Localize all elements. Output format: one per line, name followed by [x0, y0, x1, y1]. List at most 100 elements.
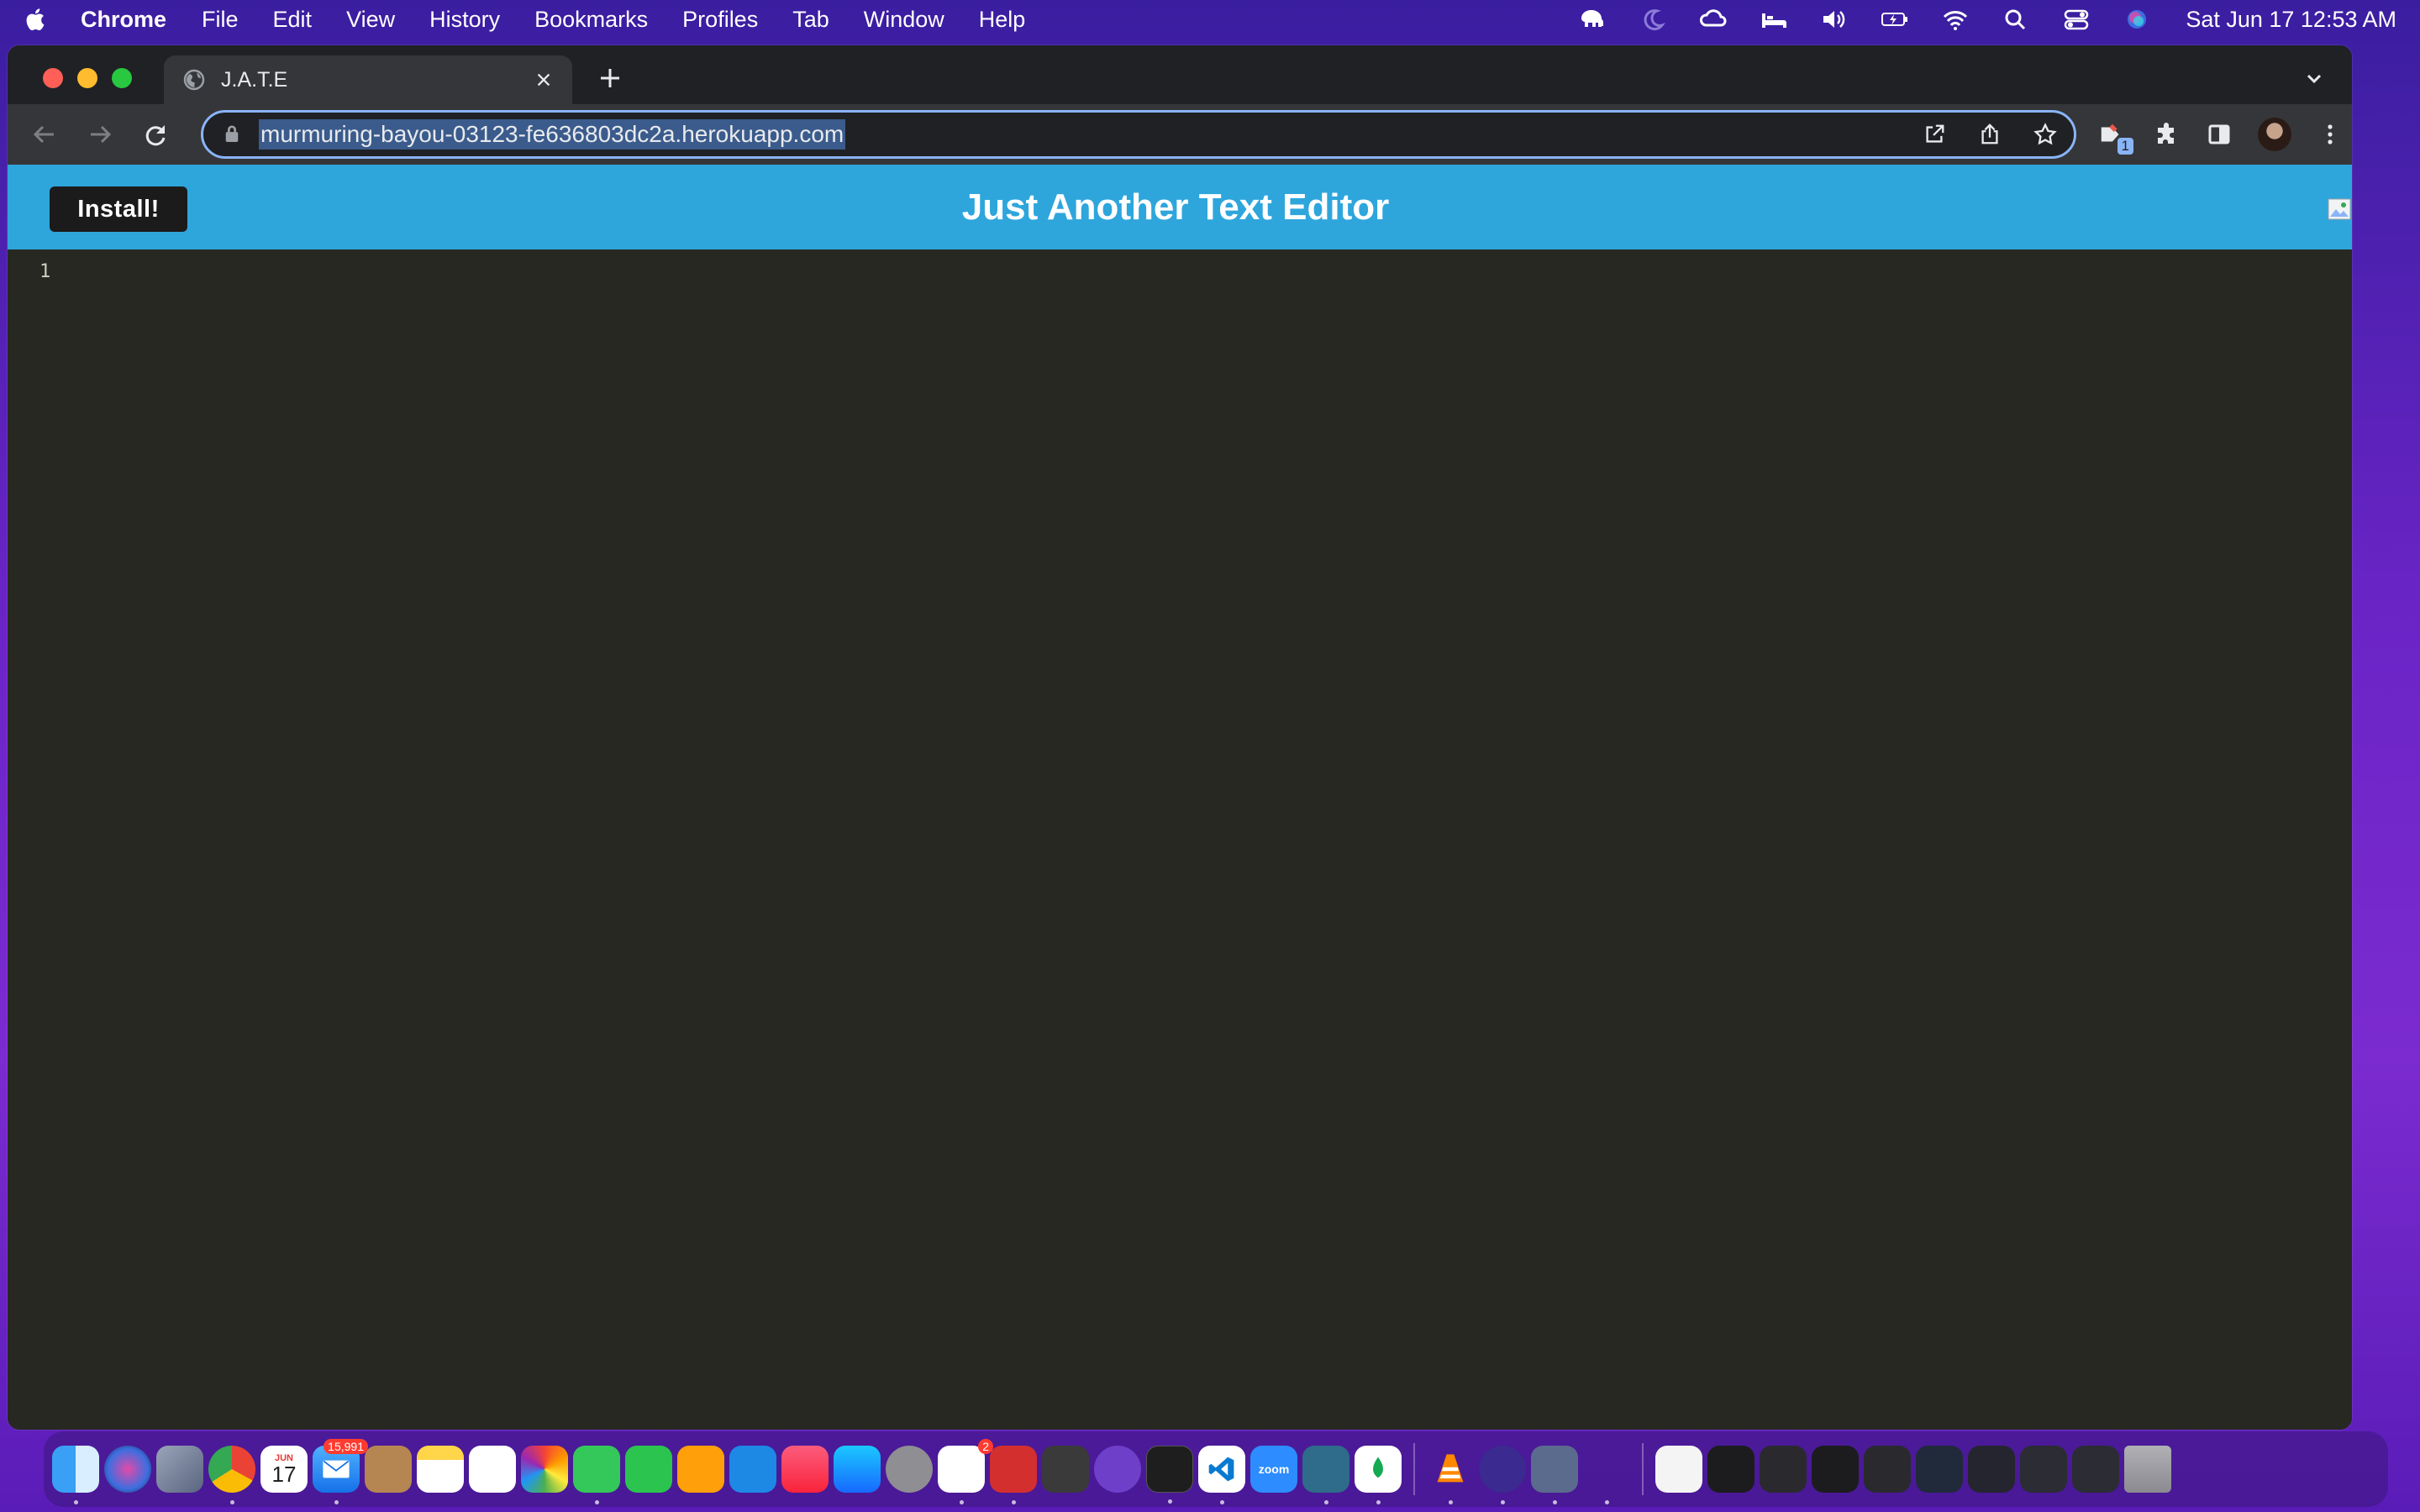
- volume-icon[interactable]: [1819, 7, 1849, 32]
- menu-bookmarks[interactable]: Bookmarks: [534, 7, 648, 33]
- reminders-icon[interactable]: [469, 1446, 516, 1493]
- siri-dock-icon[interactable]: [104, 1446, 151, 1493]
- minimized-window-5[interactable]: [1916, 1446, 1963, 1493]
- acrobat-icon[interactable]: [990, 1446, 1037, 1504]
- notes-icon[interactable]: [417, 1446, 464, 1493]
- music-icon[interactable]: [781, 1446, 829, 1493]
- terminal-icon[interactable]: [1146, 1446, 1193, 1504]
- mail-icon[interactable]: 15,991: [313, 1439, 368, 1504]
- cube-icon[interactable]: [1583, 1446, 1630, 1504]
- creative-cloud-icon[interactable]: [1698, 7, 1728, 32]
- code-editor[interactable]: 1: [8, 249, 2352, 1430]
- elephant-icon[interactable]: [1577, 7, 1607, 32]
- page-title: Just Another Text Editor: [961, 186, 1390, 228]
- open-in-app-icon[interactable]: [1921, 121, 1948, 148]
- spotlight-search-icon[interactable]: [2001, 7, 2031, 32]
- crescent-icon[interactable]: [1638, 7, 1668, 32]
- vscode-icon[interactable]: [1198, 1446, 1245, 1504]
- menu-view[interactable]: View: [346, 7, 395, 33]
- web-page: Install! Just Another Text Editor 1: [8, 165, 2352, 1430]
- siri-icon[interactable]: [2122, 7, 2152, 32]
- launchpad-icon[interactable]: [156, 1446, 203, 1493]
- menu-file[interactable]: File: [202, 7, 239, 33]
- facetime-icon[interactable]: [625, 1446, 672, 1493]
- minimized-window-2[interactable]: [1760, 1446, 1807, 1493]
- globe-icon: [182, 68, 206, 92]
- chrome-window: J.A.T.E murmuring-bayou-03123-fe636803dc…: [8, 45, 2352, 1430]
- minimized-window-4[interactable]: [1864, 1446, 1911, 1493]
- profile-avatar[interactable]: [2258, 118, 2291, 151]
- menu-bar-clock[interactable]: Sat Jun 17 12:53 AM: [2186, 7, 2396, 33]
- browser-tab-active[interactable]: J.A.T.E: [164, 55, 572, 104]
- menu-tab[interactable]: Tab: [792, 7, 829, 33]
- window-maximize-button[interactable]: [112, 68, 132, 88]
- menu-edit[interactable]: Edit: [273, 7, 313, 33]
- lock-icon[interactable]: [224, 123, 242, 145]
- chrome-dock-icon[interactable]: [208, 1446, 255, 1504]
- side-panel-icon[interactable]: [2206, 121, 2233, 148]
- editor-text-area[interactable]: [75, 249, 2352, 1430]
- minimized-window-6[interactable]: [1968, 1446, 2015, 1493]
- app-header: Install! Just Another Text Editor: [8, 165, 2352, 249]
- menu-app-name[interactable]: Chrome: [81, 7, 166, 33]
- battery-icon[interactable]: [1880, 7, 1910, 32]
- contacts-icon[interactable]: [365, 1446, 412, 1493]
- messages-icon[interactable]: [573, 1446, 620, 1504]
- minimized-window-1[interactable]: [1707, 1446, 1754, 1493]
- reload-icon[interactable]: [139, 118, 172, 151]
- minimized-window-3[interactable]: [1812, 1446, 1859, 1493]
- app-store-icon[interactable]: [834, 1446, 881, 1493]
- bed-icon[interactable]: [1759, 7, 1789, 32]
- calendar-day: 17: [271, 1461, 297, 1487]
- install-button[interactable]: Install!: [50, 186, 187, 232]
- preview-icon[interactable]: [1531, 1446, 1578, 1504]
- menu-profiles[interactable]: Profiles: [682, 7, 758, 33]
- keynote-icon[interactable]: [729, 1446, 776, 1493]
- dock-separator: [1413, 1443, 1415, 1495]
- pages-icon[interactable]: [677, 1446, 724, 1493]
- sublime-text-icon[interactable]: [1042, 1446, 1089, 1493]
- wifi-icon[interactable]: [1940, 7, 1970, 32]
- bookmark-star-icon[interactable]: [2032, 121, 2059, 148]
- minimized-window-8[interactable]: [2072, 1446, 2119, 1493]
- pomodoro-icon[interactable]: [1479, 1446, 1526, 1504]
- window-minimize-button[interactable]: [77, 68, 97, 88]
- share-icon[interactable]: [1976, 121, 2003, 148]
- tab-close-icon[interactable]: [534, 70, 554, 90]
- back-arrow-icon[interactable]: [28, 118, 61, 151]
- downloads-folder-icon[interactable]: [1655, 1446, 1702, 1493]
- zoom-icon[interactable]: zoom: [1250, 1446, 1297, 1493]
- photos-icon[interactable]: [521, 1446, 568, 1493]
- tab-title: J.A.T.E: [221, 67, 288, 92]
- forward-arrow-icon[interactable]: [83, 118, 117, 151]
- kebab-menu-icon[interactable]: [2317, 121, 2344, 148]
- menu-bar-status-area: Sat Jun 17 12:53 AM: [1577, 7, 2396, 33]
- control-center-icon[interactable]: [2061, 7, 2091, 32]
- zoom-label: zoom: [1258, 1462, 1290, 1476]
- url-text[interactable]: murmuring-bayou-03123-fe636803dc2a.herok…: [259, 119, 846, 150]
- trash-icon[interactable]: [2124, 1446, 2171, 1493]
- mysql-workbench-icon[interactable]: [1302, 1446, 1349, 1504]
- slack-icon[interactable]: 2: [938, 1439, 993, 1504]
- menu-window[interactable]: Window: [864, 7, 944, 33]
- puzzle-extensions-icon[interactable]: [2154, 121, 2181, 148]
- tab-search-chevron-icon[interactable]: [2302, 66, 2327, 91]
- calendar-icon[interactable]: JUN 17: [260, 1446, 308, 1493]
- mongodb-compass-icon[interactable]: [1355, 1446, 1402, 1504]
- minimized-window-7[interactable]: [2020, 1446, 2067, 1493]
- address-bar-actions: [1921, 121, 2059, 148]
- apple-menu-icon[interactable]: [24, 6, 47, 33]
- github-desktop-icon[interactable]: [1094, 1446, 1141, 1493]
- menu-help[interactable]: Help: [979, 7, 1026, 33]
- line-number: 1: [39, 261, 51, 282]
- new-tab-button[interactable]: [592, 60, 628, 96]
- window-close-button[interactable]: [43, 68, 63, 88]
- address-bar[interactable]: murmuring-bayou-03123-fe636803dc2a.herok…: [201, 110, 2076, 159]
- extension-icon[interactable]: 1: [2095, 118, 2133, 155]
- macos-menu-bar: Chrome File Edit View History Bookmarks …: [0, 0, 2420, 39]
- vlc-icon[interactable]: [1427, 1446, 1474, 1504]
- mail-badge: 15,991: [324, 1439, 368, 1454]
- finder-icon[interactable]: [52, 1446, 99, 1504]
- system-settings-icon[interactable]: [886, 1446, 933, 1493]
- menu-history[interactable]: History: [429, 7, 500, 33]
